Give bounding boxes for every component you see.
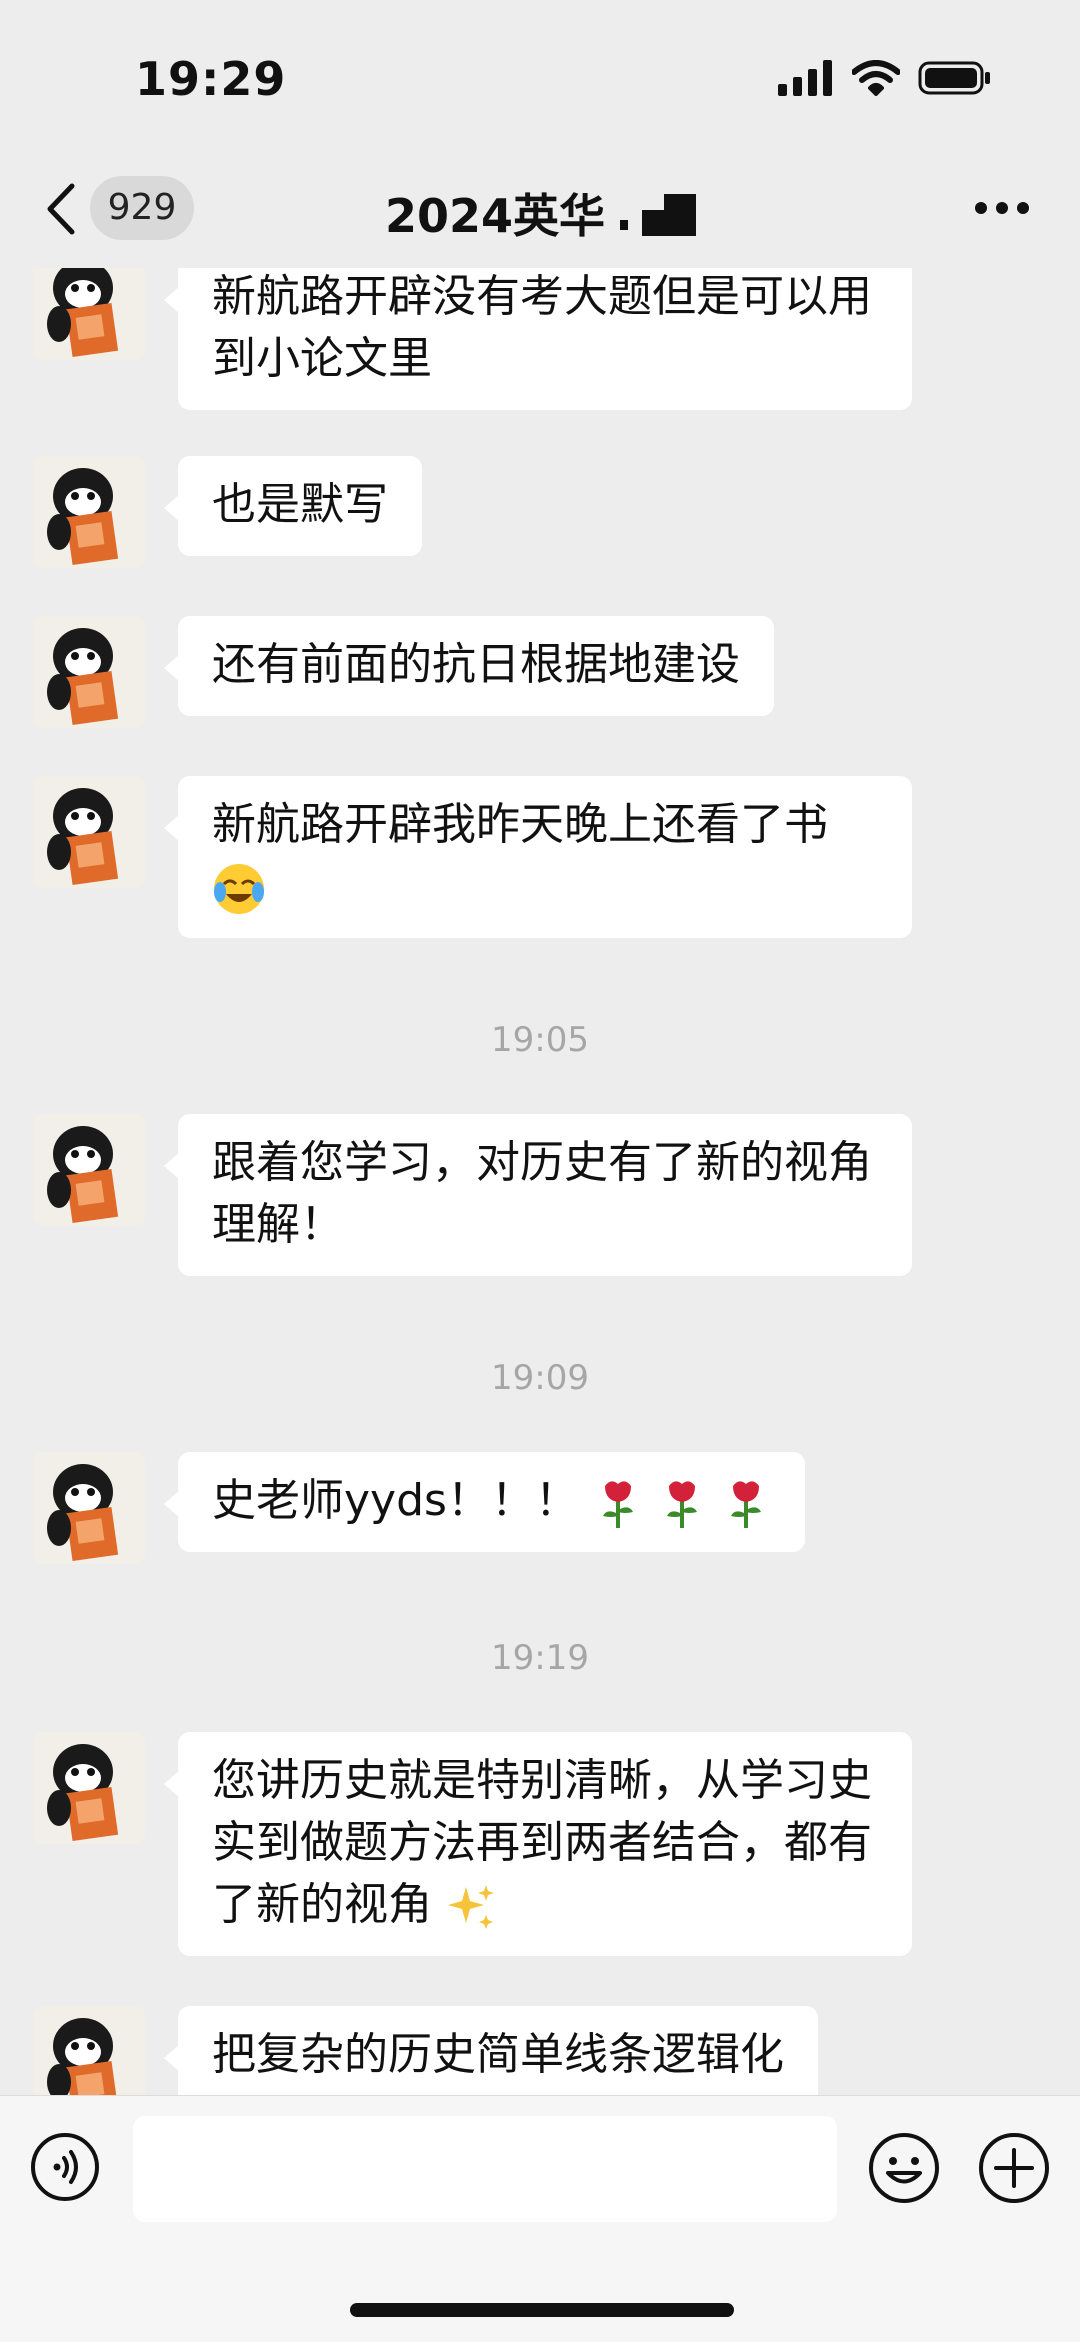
penguin-avatar-icon	[33, 1452, 145, 1564]
penguin-avatar-icon	[33, 616, 145, 728]
timestamp: 19:05	[491, 1020, 589, 1060]
sparkles-emoji-icon	[448, 1885, 494, 1929]
message-bubble[interactable]: 把复杂的历史简单线条逻辑化	[164, 2006, 818, 2095]
avatar[interactable]	[33, 616, 145, 728]
crying-laughing-emoji-icon	[214, 864, 264, 914]
message-text: 跟着您学习，对历史有了新的视角理解！	[212, 1137, 872, 1250]
message-text: 新航路开辟没有考大题但是可以用到小论文里	[212, 271, 872, 384]
avatar[interactable]	[33, 456, 145, 568]
penguin-avatar-icon	[33, 456, 145, 568]
chat-message-list[interactable]: 新航路开辟没有考大题但是可以用到小论文里 也是默写 还有前面的抗日根据地建设 新…	[0, 268, 1080, 2095]
message-input[interactable]	[133, 2116, 837, 2222]
penguin-avatar-icon	[33, 776, 145, 888]
chat-header: 929 2024英华	[0, 150, 1080, 268]
avatar[interactable]	[33, 776, 145, 888]
avatar[interactable]	[33, 1452, 145, 1564]
message-text: 把复杂的历史简单线条逻辑化	[212, 2029, 784, 2080]
message-bubble[interactable]: 也是默写	[164, 456, 422, 556]
emoji-icon[interactable]	[868, 2132, 940, 2204]
message-text: 还有前面的抗日根据地建设	[212, 639, 740, 690]
chat-title[interactable]: 2024英华	[385, 180, 605, 246]
message-text: 您讲历史就是特别清晰，从学习史实到做题方法再到两者结合，都有了新的视角	[212, 1755, 872, 1930]
message-bubble[interactable]: 史老师yyds！！！	[164, 1452, 805, 1552]
rose-emoji-icon	[666, 1481, 697, 1528]
penguin-avatar-icon	[33, 2006, 145, 2095]
status-time: 19:29	[135, 52, 287, 106]
message-bubble[interactable]: 新航路开辟我昨天晚上还看了书	[164, 776, 912, 938]
home-indicator	[350, 2303, 734, 2317]
rose-emoji-icon	[602, 1481, 633, 1528]
mosaic-mask	[620, 194, 696, 236]
more-icon[interactable]	[974, 196, 1030, 220]
wifi-icon	[852, 60, 900, 96]
signal-icon	[778, 60, 832, 96]
message-text: 史老师yyds！！！	[212, 1475, 579, 1526]
unread-count-badge[interactable]: 929	[90, 176, 194, 240]
voice-icon[interactable]	[30, 2132, 100, 2202]
penguin-avatar-icon	[33, 1732, 145, 1844]
battery-icon	[918, 61, 990, 95]
timestamp: 19:19	[491, 1638, 589, 1678]
status-bar: 19:29	[0, 0, 1080, 150]
chevron-left-icon[interactable]	[42, 182, 82, 236]
plus-icon[interactable]	[978, 2132, 1050, 2204]
status-icons	[778, 60, 992, 96]
avatar[interactable]	[33, 1732, 145, 1844]
avatar[interactable]	[33, 268, 145, 360]
message-text: 新航路开辟我昨天晚上还看了书	[212, 799, 828, 850]
message-bubble[interactable]: 您讲历史就是特别清晰，从学习史实到做题方法再到两者结合，都有了新的视角	[164, 1732, 912, 1956]
message-bubble[interactable]: 新航路开辟没有考大题但是可以用到小论文里	[164, 268, 912, 410]
avatar[interactable]	[33, 2006, 145, 2095]
message-bubble[interactable]: 跟着您学习，对历史有了新的视角理解！	[164, 1114, 912, 1276]
message-text: 也是默写	[212, 479, 388, 530]
timestamp: 19:09	[491, 1358, 589, 1398]
penguin-avatar-icon	[33, 268, 145, 360]
rose-emoji-icon	[730, 1481, 761, 1528]
penguin-avatar-icon	[33, 1114, 145, 1226]
message-bubble[interactable]: 还有前面的抗日根据地建设	[164, 616, 774, 716]
avatar[interactable]	[33, 1114, 145, 1226]
